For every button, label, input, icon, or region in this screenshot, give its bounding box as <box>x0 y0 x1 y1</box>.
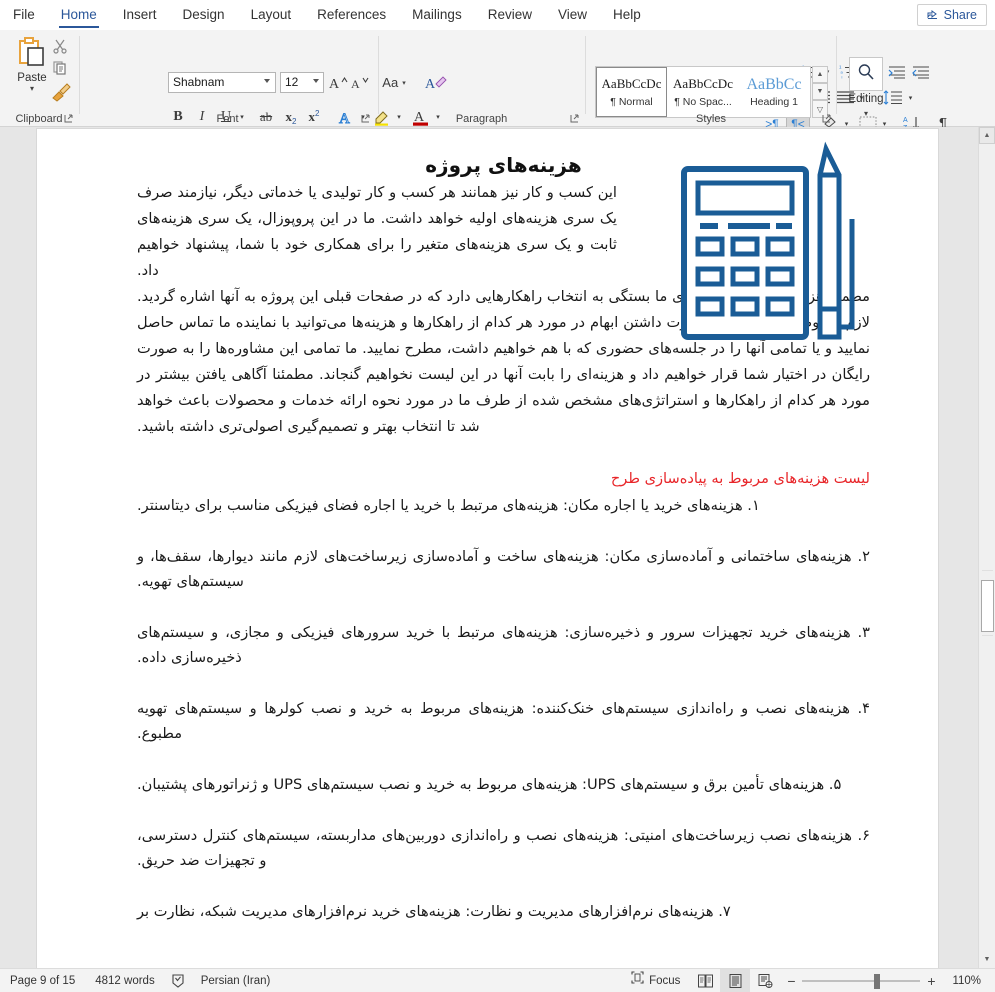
zoom-in-button[interactable]: + <box>920 973 942 989</box>
style-preview: AaBbCcDc <box>601 76 662 91</box>
zoom-slider[interactable] <box>802 969 921 992</box>
scroll-down-button[interactable]: ▼ <box>979 951 995 968</box>
paste-label: Paste <box>17 72 47 84</box>
svg-text:A: A <box>903 117 908 124</box>
style-preview: AaBbCс <box>746 76 802 93</box>
search-icon <box>856 62 876 87</box>
status-page-number[interactable]: Page 9 of 15 <box>0 969 85 992</box>
vertical-scrollbar[interactable]: ▲ ▼ <box>978 127 995 968</box>
proofing-errors-icon[interactable] <box>165 969 191 992</box>
paste-button[interactable]: Paste ▾ <box>10 36 54 102</box>
ribbon-group-paragraph: ▾ 123 ▾ 1ai ▾ <box>379 30 947 134</box>
ribbon-group-styles: AaBbCcDc ¶ Normal AaBbCcDc ¶ No Spac... … <box>586 30 836 127</box>
ribbon-group-editing: Editing ▾ <box>837 30 895 127</box>
tab-references[interactable]: References <box>304 0 399 30</box>
zoom-out-button[interactable]: − <box>780 973 802 989</box>
status-bar: Page 9 of 15 4812 words Persian (Iran) F… <box>0 968 995 992</box>
document-red-heading: لیست هزینه‌های مربوط به پیاده‌سازی طرح <box>610 470 870 487</box>
svg-text:A: A <box>329 77 340 91</box>
group-label-font: Font <box>216 113 239 125</box>
ribbon-tabbar: File Home Insert Design Layout Reference… <box>0 0 995 30</box>
ribbon: Paste ▾ Clipboard Shabnam 12 A A Aa ▾ A … <box>0 30 995 149</box>
font-dialog-launcher[interactable] <box>361 114 371 124</box>
read-mode-icon[interactable] <box>690 969 720 992</box>
style-item-no-spacing[interactable]: AaBbCcDc ¶ No Spac... <box>667 67 739 117</box>
format-painter-icon[interactable] <box>50 82 72 102</box>
tab-insert[interactable]: Insert <box>110 0 170 30</box>
focus-label: Focus <box>649 975 681 987</box>
editing-button[interactable] <box>849 57 883 91</box>
focus-mode-button[interactable]: Focus <box>621 969 690 992</box>
tab-review[interactable]: Review <box>475 0 545 30</box>
web-layout-icon[interactable] <box>750 969 780 992</box>
style-name: ¶ Normal <box>610 96 653 108</box>
share-button[interactable]: Share <box>916 4 987 26</box>
styles-gallery: AaBbCcDc ¶ Normal AaBbCcDc ¶ No Spac... … <box>595 66 811 118</box>
tab-file[interactable]: File <box>0 0 48 30</box>
clipboard-dialog-launcher[interactable] <box>64 114 74 124</box>
tab-home[interactable]: Home <box>48 0 110 30</box>
editing-label: Editing <box>848 93 884 105</box>
group-label-paragraph: Paragraph <box>455 113 508 125</box>
styles-scroll-down-button[interactable]: ▼ <box>812 83 828 100</box>
tab-layout[interactable]: Layout <box>238 0 305 30</box>
document-list-item: ۵. هزینه‌های تأمین برق و سیستم‌های UPS: … <box>137 776 842 793</box>
cut-icon[interactable] <box>52 38 70 56</box>
grow-font-icon[interactable]: A <box>328 72 350 93</box>
shrink-font-icon[interactable]: A <box>350 72 372 93</box>
font-name-input[interactable]: Shabnam <box>168 72 276 93</box>
styles-scroll-up-button[interactable]: ▲ <box>812 66 828 83</box>
svg-text:A: A <box>351 77 360 91</box>
font-size-chevron-down-icon[interactable] <box>313 79 319 83</box>
share-label: Share <box>943 8 977 22</box>
status-word-count[interactable]: 4812 words <box>85 969 164 992</box>
styles-dialog-launcher[interactable] <box>822 114 832 124</box>
status-bar-right: Focus − + 110% <box>621 969 995 992</box>
tab-design[interactable]: Design <box>170 0 238 30</box>
tab-mailings[interactable]: Mailings <box>399 0 475 30</box>
zoom-slider-track <box>802 980 921 982</box>
document-list-item: ۶. هزینه‌های نصب زیرساخت‌های امنیتی: هزی… <box>137 827 870 869</box>
paragraph-dialog-launcher[interactable] <box>570 114 580 124</box>
document-list-item: ۳. هزینه‌های خرید تجهیزات سرور و ذخیره‌س… <box>137 624 870 666</box>
document-list-item: ۲. هزینه‌های ساختمانی و آماده‌سازی مکان:… <box>137 548 870 590</box>
share-icon <box>927 8 939 23</box>
tab-view[interactable]: View <box>545 0 600 30</box>
document-list-item: ۴. هزینه‌های نصب و راه‌اندازی سیستم‌های … <box>137 700 870 742</box>
style-name: ¶ No Spac... <box>674 96 732 108</box>
zoom-level[interactable]: 110% <box>942 969 995 992</box>
font-name-chevron-down-icon[interactable] <box>264 79 270 83</box>
style-name: Heading 1 <box>750 96 798 108</box>
print-layout-icon[interactable] <box>720 969 751 992</box>
copy-icon[interactable] <box>52 60 70 78</box>
editing-chevron-down-icon[interactable]: ▾ <box>837 109 895 118</box>
focus-icon <box>631 969 644 992</box>
document-paragraph-1: این کسب و کار نیز همانند هر کسب و کار تو… <box>137 184 617 279</box>
status-language[interactable]: Persian (Iran) <box>191 969 281 992</box>
style-item-heading1[interactable]: AaBbCс Heading 1 <box>739 67 809 117</box>
document-canvas: هزینه‌های پروژه این کسب و کار نیز همانند… <box>0 127 995 968</box>
scroll-up-button[interactable]: ▲ <box>979 127 995 144</box>
line-spacing-chevron-down-icon[interactable]: ▾ <box>905 91 916 104</box>
document-text-body[interactable]: هزینه‌های پروژه این کسب و کار نیز همانند… <box>37 129 938 968</box>
group-label-styles: Styles <box>696 113 726 125</box>
scrollbar-thumb[interactable] <box>981 580 994 632</box>
calculator-pencil-illustration <box>676 141 876 341</box>
increase-indent-icon[interactable] <box>910 62 932 81</box>
document-list-item: ۱. هزینه‌های خرید یا اجاره مکان: هزینه‌ه… <box>137 497 760 514</box>
ribbon-group-clipboard: Paste ▾ Clipboard <box>0 30 78 127</box>
style-item-normal[interactable]: AaBbCcDc ¶ Normal <box>596 67 667 117</box>
scroll-track-mark <box>982 570 993 571</box>
chevron-down-icon[interactable]: ▾ <box>30 85 34 93</box>
zoom-slider-thumb[interactable] <box>874 974 881 989</box>
scroll-track-mark <box>982 635 993 636</box>
document-page[interactable]: هزینه‌های پروژه این کسب و کار نیز همانند… <box>37 129 938 968</box>
style-preview: AaBbCcDc <box>673 76 733 91</box>
tab-help[interactable]: Help <box>600 0 654 30</box>
ribbon-group-font: Shabnam 12 A A Aa ▾ A B I U ▾ ab x2 x 2 … <box>80 30 447 127</box>
document-list-item: ۷. هزینه‌های نرم‌افزارهای مدیریت و نظارت… <box>137 903 731 920</box>
word-window: File Home Insert Design Layout Reference… <box>0 0 995 992</box>
